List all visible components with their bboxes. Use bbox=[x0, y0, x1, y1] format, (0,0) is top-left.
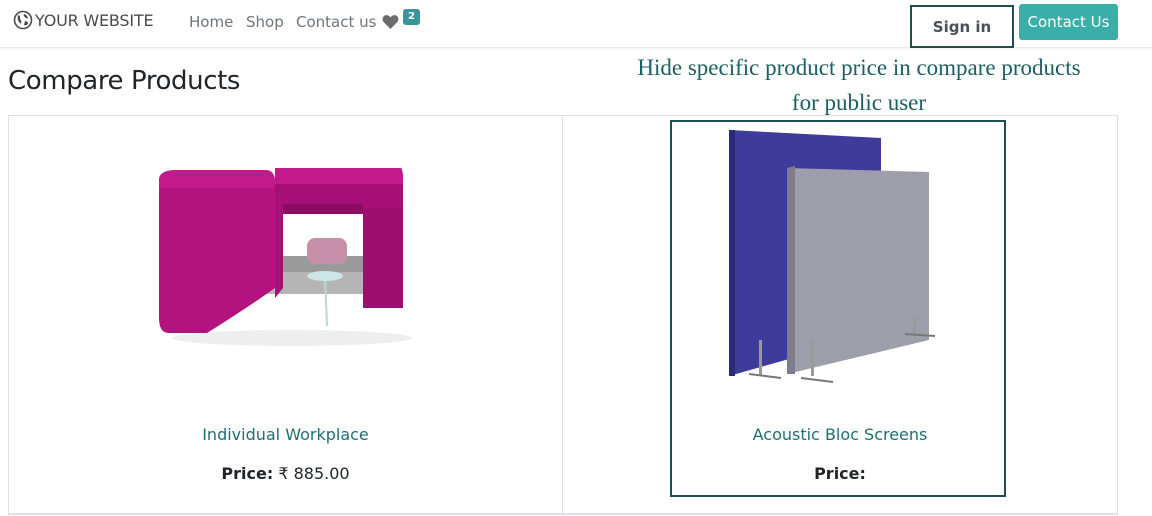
brand-logo[interactable]: YOUR WEBSITE bbox=[13, 10, 154, 30]
nav-item-contact-us[interactable]: Contact us bbox=[296, 13, 376, 31]
nav-item-home[interactable]: Home bbox=[189, 13, 233, 31]
wishlist-count-badge: 2 bbox=[403, 9, 420, 25]
annotation-caption: Hide specific product price in compare p… bbox=[600, 50, 1118, 120]
heart-icon bbox=[382, 15, 399, 29]
page-title: Compare Products bbox=[8, 66, 241, 96]
price-label: Price: bbox=[221, 464, 274, 483]
price-value: ₹ 885.00 bbox=[278, 464, 350, 483]
product-image-individual-workplace[interactable] bbox=[157, 168, 417, 348]
nav-item-shop[interactable]: Shop bbox=[246, 13, 284, 31]
annotation-line-1: Hide specific product price in compare p… bbox=[637, 55, 1081, 80]
sign-in-button[interactable]: Sign in bbox=[910, 5, 1014, 48]
contact-us-button[interactable]: Contact Us bbox=[1019, 4, 1118, 40]
product-name-link[interactable]: Individual Workplace bbox=[9, 425, 562, 444]
product-column: Individual Workplace Price: ₹ 885.00 bbox=[9, 116, 563, 514]
brand-name: YOUR WEBSITE bbox=[35, 10, 154, 30]
globe-icon bbox=[13, 10, 33, 30]
highlight-box bbox=[670, 120, 1006, 497]
top-navbar: YOUR WEBSITE Home Shop Contact us 2 Sign… bbox=[0, 0, 1152, 48]
product-price: Price: ₹ 885.00 bbox=[9, 464, 562, 483]
